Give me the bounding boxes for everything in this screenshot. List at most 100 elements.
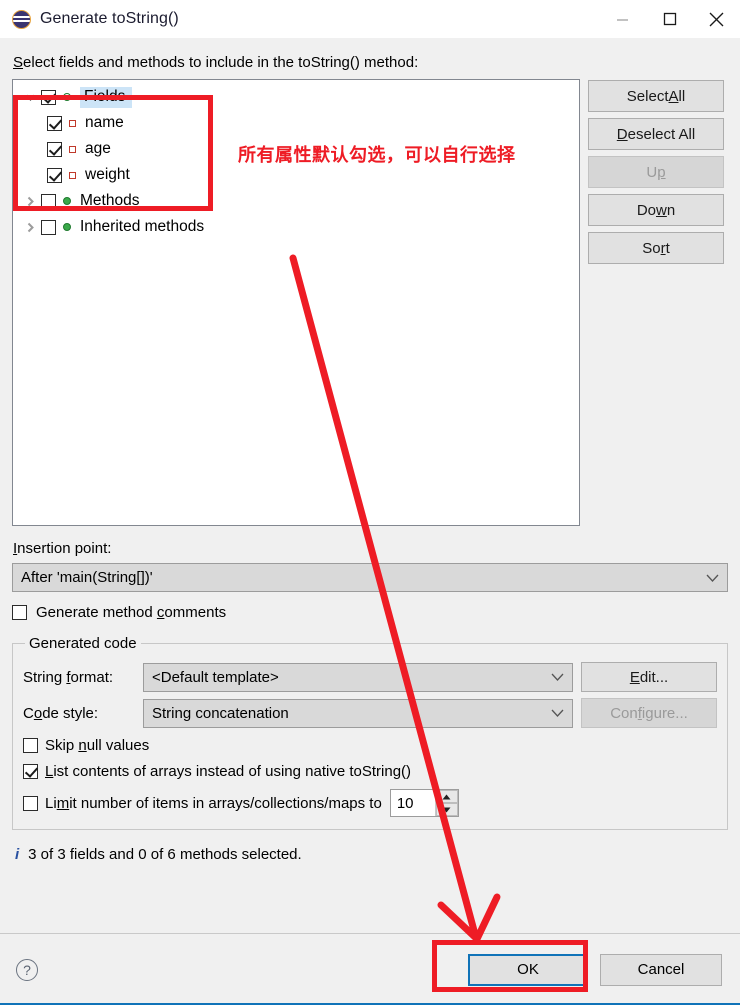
tree-node-inherited-methods[interactable]: Inherited methods: [13, 214, 579, 240]
btn-mnemonic: p: [657, 163, 666, 181]
chevron-right-icon[interactable]: [19, 194, 41, 208]
tree-node-name[interactable]: name: [13, 110, 579, 136]
maximize-icon[interactable]: [646, 0, 693, 38]
btn-text: n: [666, 201, 676, 219]
instruction-text: elect fields and methods to include in t…: [23, 54, 419, 71]
chevron-down-icon: [706, 569, 719, 586]
tree-label-inherited-methods: Inherited methods: [80, 218, 205, 235]
label-mnemonic: m: [56, 794, 70, 812]
stepper-up-icon[interactable]: [435, 790, 458, 803]
red-square-icon: [69, 171, 76, 179]
string-format-value: <Default template>: [152, 668, 279, 686]
close-icon[interactable]: [693, 0, 740, 38]
label-mnemonic: o: [33, 704, 43, 722]
skip-null-values-row[interactable]: Skip null values: [23, 737, 717, 754]
limit-items-value[interactable]: 10: [391, 790, 435, 816]
btn-mnemonic: D: [616, 125, 628, 143]
code-style-dropdown[interactable]: String concatenation: [143, 698, 573, 728]
btn-text: Do: [636, 201, 656, 219]
label-post: ull values: [86, 737, 150, 754]
limit-items-checkbox[interactable]: [23, 795, 38, 811]
tree-node-weight[interactable]: weight: [13, 162, 579, 188]
tree-side-buttons: Select All Deselect All Up Do w n So r t: [588, 79, 724, 526]
chevron-down-icon: [551, 705, 564, 722]
limit-items-label: Limit number of items in arrays/collecti…: [45, 795, 382, 812]
code-style-value: String concatenation: [152, 704, 289, 722]
label-pre: String: [23, 668, 67, 686]
tree-and-buttons: Fields name age weight Methods Inherited…: [12, 79, 728, 526]
instruction-mnemonic: S: [13, 54, 24, 71]
limit-items-stepper[interactable]: 10: [389, 789, 459, 817]
title-bar-left: Generate toString(): [0, 9, 179, 29]
tree-node-age[interactable]: age: [13, 136, 579, 162]
down-button[interactable]: Do w n: [588, 194, 724, 226]
configure-button: Con f igure...: [581, 698, 717, 728]
eclipse-java-icon: [12, 9, 31, 29]
dialog-content: Select fields and methods to include in …: [0, 38, 740, 933]
label-pre: C: [23, 704, 34, 722]
edit-button[interactable]: Edit...: [581, 662, 717, 692]
up-button: Up: [588, 156, 724, 188]
members-tree[interactable]: Fields name age weight Methods Inherited…: [12, 79, 580, 526]
stepper-down-icon[interactable]: [435, 803, 458, 816]
weight-checkbox[interactable]: [47, 167, 62, 183]
string-format-dropdown[interactable]: <Default template>: [143, 662, 573, 692]
btn-text: dit...: [639, 668, 669, 686]
deselect-all-button[interactable]: Deselect All: [588, 118, 724, 150]
label-post: ormat:: [70, 668, 114, 686]
window-controls: [599, 0, 740, 38]
name-checkbox[interactable]: [47, 115, 62, 131]
ok-button[interactable]: OK: [468, 953, 588, 986]
methods-checkbox[interactable]: [41, 193, 56, 209]
red-square-icon: [69, 145, 76, 153]
string-format-row: String format: <Default template> Edit..…: [23, 662, 717, 692]
label-mnemonic: n: [78, 737, 87, 754]
generate-method-comments-row[interactable]: Generate method comments: [12, 604, 728, 621]
list-array-contents-checkbox[interactable]: [23, 764, 38, 779]
fields-checkbox[interactable]: [41, 89, 56, 105]
btn-mnemonic: A: [668, 87, 679, 105]
label-pre: Skip: [45, 737, 79, 754]
btn-text: Con: [610, 704, 638, 722]
generate-method-comments-checkbox[interactable]: [12, 605, 27, 620]
green-circle-icon: [63, 93, 71, 101]
label-pre: Generate method: [36, 604, 157, 621]
minimize-icon[interactable]: [599, 0, 646, 38]
btn-mnemonic: w: [656, 201, 667, 219]
cancel-button[interactable]: Cancel: [600, 953, 722, 986]
btn-text: igure...: [641, 704, 688, 722]
insertion-point-dropdown[interactable]: After 'main(String[])': [12, 563, 728, 592]
limit-items-row[interactable]: Limit number of items in arrays/collecti…: [23, 789, 717, 817]
list-array-contents-row[interactable]: List contents of arrays instead of using…: [23, 763, 717, 780]
select-all-button[interactable]: Select All: [588, 80, 724, 112]
inherited-methods-checkbox[interactable]: [41, 219, 56, 235]
tree-node-methods[interactable]: Methods: [13, 188, 579, 214]
skip-null-values-checkbox[interactable]: [23, 738, 38, 753]
tree-label-fields: Fields: [80, 86, 133, 108]
tree-label-name: name: [85, 114, 124, 131]
dialog-footer: ? OK Cancel: [0, 933, 740, 1005]
help-icon[interactable]: ?: [16, 958, 38, 981]
btn-text: U: [646, 163, 658, 181]
sort-button[interactable]: So r t: [588, 232, 724, 264]
tree-label-weight: weight: [85, 166, 130, 183]
skip-null-values-label: Skip null values: [45, 737, 149, 754]
tree-node-fields[interactable]: Fields: [13, 84, 579, 110]
btn-text: Select: [626, 87, 669, 105]
age-checkbox[interactable]: [47, 141, 62, 157]
tree-label-methods: Methods: [80, 192, 140, 209]
generated-code-legend: Generated code: [29, 635, 137, 652]
code-style-row: Code style: String concatenation Con f igu…: [23, 698, 717, 728]
stepper-arrows[interactable]: [434, 790, 458, 816]
label-post: omments: [164, 604, 227, 621]
btn-text: eselect All: [627, 125, 696, 143]
green-circle-icon: [63, 197, 71, 205]
chevron-right-icon[interactable]: [19, 220, 41, 234]
red-square-icon: [69, 119, 76, 127]
chevron-down-icon[interactable]: [19, 90, 41, 104]
instruction-label: Select fields and methods to include in …: [13, 54, 728, 71]
label-post: it number of items in arrays/collections…: [69, 794, 382, 812]
btn-text: So: [642, 239, 661, 257]
string-format-label: String format:: [23, 669, 135, 686]
label-post: ist contents of arrays instead of using …: [53, 763, 412, 780]
